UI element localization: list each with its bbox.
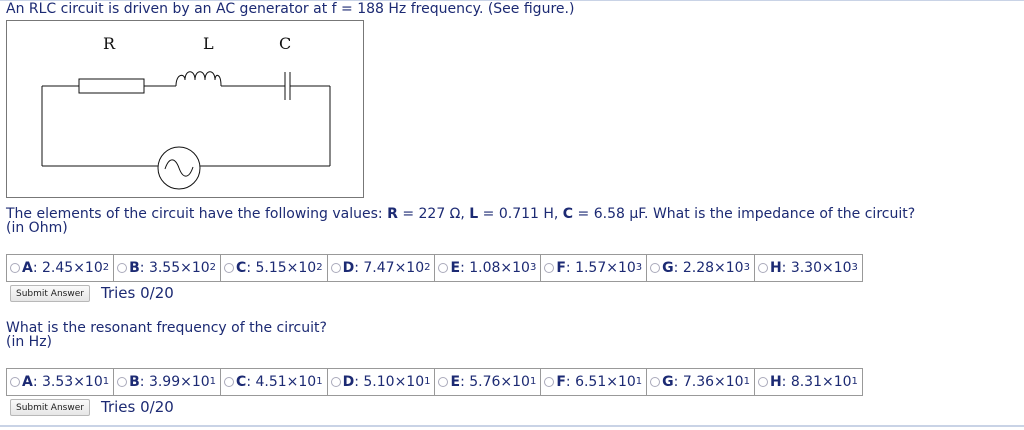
radio-icon[interactable] bbox=[117, 377, 128, 387]
question2-choices: A: 3.53 ×10 1 B: 3.99 ×10 1 C: 4.51 ×10 1 D: 5… bbox=[6, 368, 863, 396]
question1-choice-f[interactable]: F: 1.57 ×10 3 bbox=[541, 255, 648, 281]
question2-unit: (in Hz) bbox=[6, 334, 53, 350]
radio-icon[interactable] bbox=[330, 263, 341, 273]
radio-icon[interactable] bbox=[330, 377, 341, 387]
radio-icon[interactable] bbox=[10, 263, 20, 273]
radio-icon[interactable] bbox=[544, 263, 555, 273]
inductor-symbol bbox=[175, 71, 222, 87]
question2-tries: Tries 0/20 bbox=[101, 398, 174, 416]
question1-choices: A: 2.45 ×10 2 B: 3.55 ×10 2 C: 5.15 ×10 2 D: 7… bbox=[6, 254, 863, 282]
question2-choice-h[interactable]: H: 8.31 ×10 1 bbox=[755, 369, 862, 395]
question1-unit: (in Ohm) bbox=[6, 220, 68, 236]
question2-text: What is the resonant frequency of the ci… bbox=[6, 320, 327, 336]
question1-text: The elements of the circuit have the fol… bbox=[6, 206, 916, 222]
question2-choice-c[interactable]: C: 4.51 ×10 1 bbox=[221, 369, 328, 395]
radio-icon[interactable] bbox=[544, 377, 555, 387]
question1-choice-h[interactable]: H: 3.30 ×10 3 bbox=[755, 255, 862, 281]
radio-icon[interactable] bbox=[438, 263, 449, 273]
radio-icon[interactable] bbox=[438, 377, 449, 387]
capacitor-label: C bbox=[279, 34, 291, 53]
circuit-diagram: R L C bbox=[41, 34, 331, 190]
radio-icon[interactable] bbox=[650, 377, 661, 387]
radio-icon[interactable] bbox=[224, 377, 235, 387]
question2-choice-g[interactable]: G: 7.36 ×10 1 bbox=[647, 369, 755, 395]
circuit-figure: R L C bbox=[6, 20, 364, 198]
question2-choice-e[interactable]: E: 5.76 ×10 1 bbox=[435, 369, 542, 395]
bottom-divider bbox=[0, 425, 1024, 427]
question1-choice-g[interactable]: G: 2.28 ×10 3 bbox=[647, 255, 755, 281]
question2-choice-b[interactable]: B: 3.99 ×10 1 bbox=[114, 369, 222, 395]
resistor-label: R bbox=[103, 34, 116, 53]
radio-icon[interactable] bbox=[757, 263, 768, 273]
sine-wave-icon bbox=[164, 159, 194, 177]
radio-icon[interactable] bbox=[757, 377, 768, 387]
question1-tries: Tries 0/20 bbox=[101, 284, 174, 302]
question2-choice-a[interactable]: A: 3.53 ×10 1 bbox=[7, 369, 115, 395]
question1-choice-b[interactable]: B: 3.55 ×10 2 bbox=[114, 255, 222, 281]
resistor-symbol bbox=[78, 78, 145, 94]
question1-choice-a[interactable]: A: 2.45 ×10 2 bbox=[7, 255, 115, 281]
question2-choice-d[interactable]: D: 5.10 ×10 1 bbox=[328, 369, 436, 395]
radio-icon[interactable] bbox=[650, 263, 661, 273]
question1-choice-e[interactable]: E: 1.08 ×10 3 bbox=[435, 255, 542, 281]
radio-icon[interactable] bbox=[10, 377, 20, 387]
inductor-label: L bbox=[203, 34, 214, 53]
problem-intro: An RLC circuit is driven by an AC genera… bbox=[6, 1, 575, 17]
question2-submit-button[interactable]: Submit Answer bbox=[10, 399, 90, 416]
radio-icon[interactable] bbox=[224, 263, 235, 273]
question2-choice-f[interactable]: F: 6.51 ×10 1 bbox=[541, 369, 648, 395]
question1-choice-c[interactable]: C: 5.15 ×10 2 bbox=[221, 255, 328, 281]
radio-icon[interactable] bbox=[117, 263, 128, 273]
question1-submit-button[interactable]: Submit Answer bbox=[10, 285, 90, 302]
question1-choice-d[interactable]: D: 7.47 ×10 2 bbox=[328, 255, 436, 281]
